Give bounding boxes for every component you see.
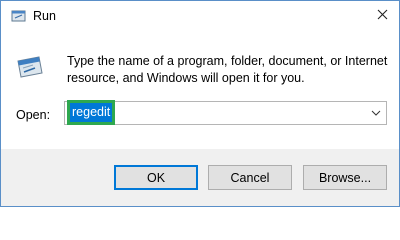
run-app-icon [11,9,27,23]
ok-button[interactable]: OK [114,165,198,190]
dialog-content: Type the name of a program, folder, docu… [1,31,399,149]
window-title: Run [33,9,56,23]
run-description: Type the name of a program, folder, docu… [67,54,388,85]
run-dialog: Run Type the name of a program, folder, … [0,0,400,207]
run-icon [15,53,45,83]
open-label: Open: [16,108,51,122]
chevron-down-icon[interactable] [370,106,382,120]
close-button[interactable] [371,5,393,27]
open-input[interactable]: regedit [66,100,116,125]
title-bar: Run [1,1,399,31]
close-icon [377,9,388,23]
browse-button[interactable]: Browse... [303,165,387,190]
cancel-button[interactable]: Cancel [208,165,292,190]
open-combobox[interactable]: regedit [64,100,387,125]
button-bar: OK Cancel Browse... [1,149,399,206]
